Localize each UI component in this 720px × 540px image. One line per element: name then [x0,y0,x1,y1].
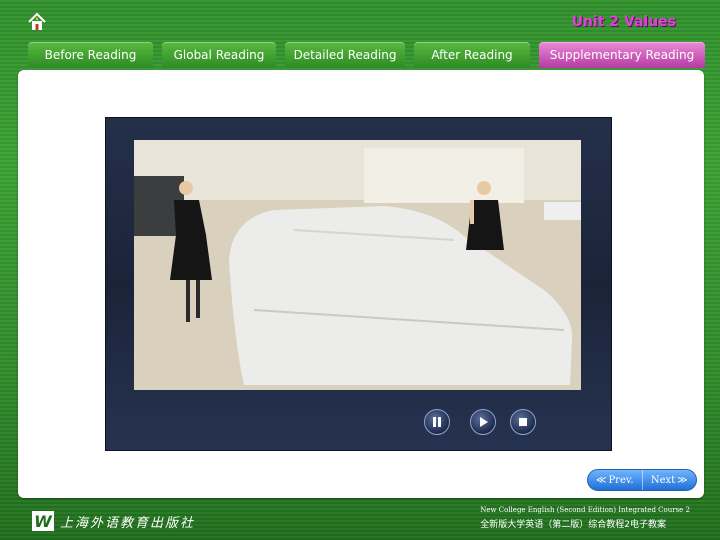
tab-global-reading[interactable]: Global Reading [162,42,276,68]
course-info: New College English (Second Edition) Int… [480,506,690,530]
double-chevron-right-icon: ≫ [677,474,688,486]
play-icon [480,417,488,427]
page-title: Unit 2 Values [571,14,676,30]
video-frame [134,140,581,390]
course-title-en: New College English (Second Edition) Int… [480,506,690,514]
prev-button[interactable]: ≪ Prev. [588,470,642,490]
publisher-name: 上海外语教育出版社 [60,515,196,531]
pause-button[interactable] [424,409,450,435]
video-screen[interactable] [134,140,581,390]
double-chevron-left-icon: ≪ [595,474,607,486]
course-title-cn: 全新版大学英语（第二版）综合教程2电子教案 [480,520,666,530]
prev-label: Prev. [608,474,634,486]
stop-icon [519,418,527,426]
tab-after-reading[interactable]: After Reading [414,42,530,68]
play-button[interactable] [470,409,496,435]
next-button[interactable]: Next ≫ [641,470,697,490]
tab-supplementary-reading[interactable]: Supplementary Reading [539,42,705,68]
publisher: W 上海外语教育出版社 [32,510,195,532]
stop-button[interactable] [510,409,536,435]
tab-before-reading[interactable]: Before Reading [28,42,153,68]
pager: ≪ Prev. Next ≫ [587,469,697,491]
section-tabs: Before Reading Global Reading Detailed R… [0,42,720,70]
tab-detailed-reading[interactable]: Detailed Reading [285,42,405,68]
next-label: Next [650,474,676,486]
video-player [105,117,612,451]
home-icon[interactable] [26,11,48,33]
publisher-logo: W [32,511,54,531]
pause-icon [433,417,441,427]
